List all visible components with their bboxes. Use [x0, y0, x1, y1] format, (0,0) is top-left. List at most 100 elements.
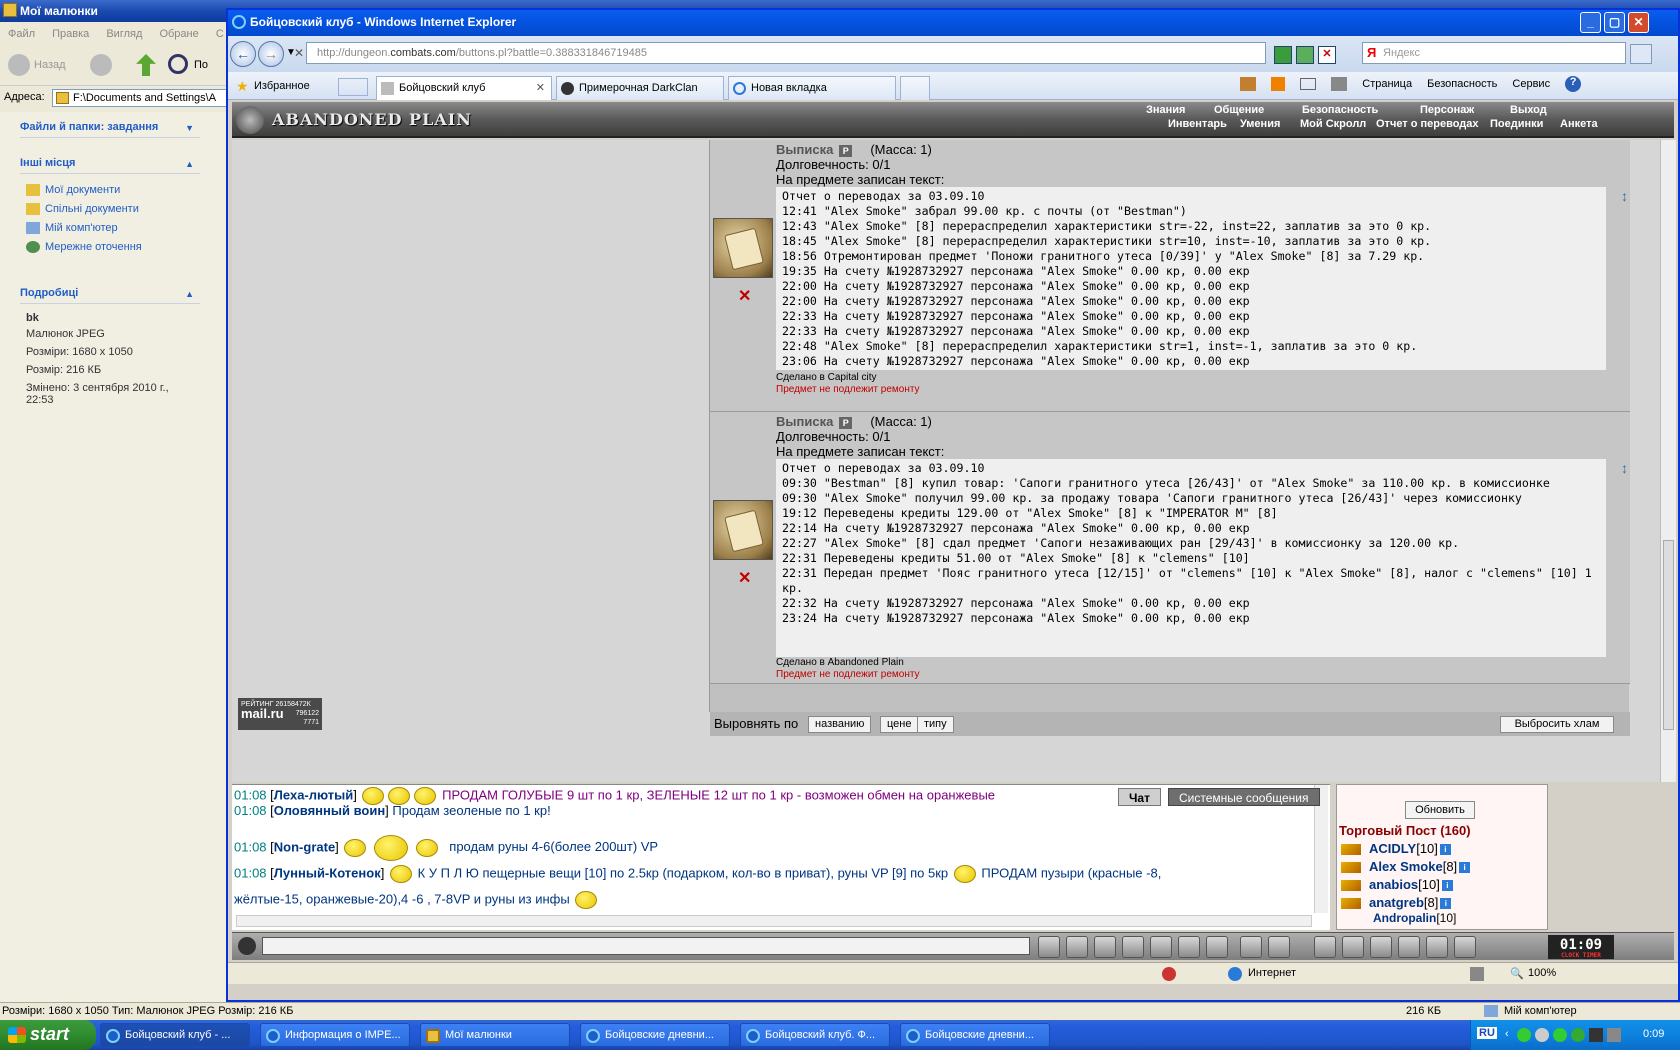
chat-time[interactable]: 01:08 — [234, 839, 267, 854]
item-name[interactable]: Выписка — [776, 414, 833, 429]
search-go-icon[interactable] — [1630, 44, 1652, 64]
menu-knowledge[interactable]: Знания — [1146, 104, 1185, 116]
address-input[interactable]: F:\Documents and Settings\A — [52, 89, 230, 107]
chevron-down-icon[interactable]: ▼ — [185, 123, 194, 133]
p-badge-icon[interactable]: P — [839, 145, 853, 157]
compat-icon[interactable] — [1274, 46, 1292, 64]
tab-new[interactable]: Новая вкладка — [728, 76, 896, 100]
close-tab-icon[interactable]: ✕ — [536, 81, 545, 94]
star-icon[interactable]: ★ — [236, 78, 249, 95]
places-header[interactable]: Інші місця ▲ — [20, 154, 200, 174]
fighter-icon[interactable] — [1150, 936, 1172, 958]
chevron-up-icon[interactable]: ▲ — [185, 159, 194, 169]
sort-by-type-button[interactable]: типу — [917, 716, 954, 733]
info-icon[interactable]: i — [1459, 862, 1471, 874]
search-icon[interactable] — [168, 54, 188, 74]
item-text-box[interactable]: Отчет о переводах за 03.09.10 09:30 "Bes… — [776, 459, 1606, 657]
info-icon[interactable]: i — [1440, 898, 1452, 910]
user-nick[interactable]: Andropalin — [1373, 911, 1436, 925]
menu-communication[interactable]: Общение — [1214, 104, 1264, 116]
menu-exit[interactable]: Выход — [1510, 104, 1547, 116]
back-label[interactable]: Назад — [34, 59, 66, 71]
scroll-item-image[interactable] — [713, 500, 773, 560]
quick-tabs-icon[interactable] — [338, 78, 368, 96]
page-menu[interactable]: Страница — [1362, 78, 1412, 90]
info-icon[interactable]: i — [1441, 880, 1453, 892]
language-indicator[interactable]: RU — [1477, 1027, 1497, 1039]
menu-character[interactable]: Персонаж — [1420, 104, 1474, 116]
tray-icon[interactable] — [1553, 1028, 1567, 1042]
sort-by-name-button[interactable]: названию — [808, 716, 872, 733]
user-nick[interactable]: anatgreb — [1369, 895, 1424, 910]
rating-counter[interactable]: РЕЙТИНГ 26158472К mail.ru 796122 7771 — [238, 698, 322, 730]
protected-mode-icon[interactable] — [1470, 967, 1484, 981]
filter-icon[interactable] — [1094, 936, 1116, 958]
safety-menu[interactable]: Безопасность — [1427, 78, 1497, 90]
tools-menu[interactable]: Сервис — [1512, 78, 1550, 90]
text-scroll-arrows-icon[interactable]: ↕ — [1621, 188, 1628, 204]
taskbar-item[interactable]: Бойцовские дневни... — [900, 1023, 1050, 1047]
delete-icon[interactable]: ✕ — [738, 568, 751, 588]
forward-icon[interactable] — [90, 54, 112, 76]
chat-input[interactable] — [262, 937, 1030, 955]
menu-skills[interactable]: Умения — [1240, 118, 1280, 130]
item-text-box[interactable]: Отчет о переводах за 03.09.10 12:41 "Ale… — [776, 187, 1606, 370]
home-icon[interactable] — [1240, 77, 1256, 91]
place-network[interactable]: Мережне оточення — [26, 241, 142, 254]
chat-nick[interactable]: Лунный-Котенок — [274, 865, 381, 880]
popup-blocked-icon[interactable] — [1162, 967, 1176, 981]
sound-icon[interactable] — [1206, 936, 1228, 958]
online-user[interactable]: Alex Smoke[8] i — [1341, 859, 1471, 874]
taskbar-item[interactable]: Бойцовский клуб. Ф... — [740, 1023, 890, 1047]
help-icon[interactable]: ? — [1565, 76, 1582, 92]
chevron-left-icon[interactable]: ‹ — [1505, 1028, 1509, 1040]
tray-icon[interactable] — [1517, 1028, 1531, 1042]
back-button[interactable]: ← — [230, 41, 256, 67]
chat-hscrollbar[interactable] — [236, 915, 1312, 927]
info-icon[interactable]: i — [1439, 844, 1451, 856]
action-icon[interactable] — [1314, 936, 1336, 958]
taskbar-item[interactable]: Бойцовские дневни... — [580, 1023, 730, 1047]
chat-nick[interactable]: Оловянный воин — [274, 803, 385, 818]
zoom-icon[interactable]: 🔍 — [1510, 967, 1524, 980]
stop-icon[interactable]: ✕ — [1318, 46, 1336, 64]
user-nick[interactable]: anabios — [1369, 877, 1418, 892]
user-nick[interactable]: Alex Smoke — [1369, 859, 1443, 874]
menu-edit[interactable]: Правка — [52, 28, 89, 40]
start-button[interactable]: start — [0, 1020, 96, 1050]
save-icon[interactable] — [1122, 936, 1144, 958]
place-my-documents[interactable]: Мої документи — [26, 184, 120, 197]
exit-icon[interactable] — [1454, 936, 1476, 958]
tab-chat[interactable]: Чат — [1118, 788, 1161, 806]
user-nick[interactable]: ACIDLY — [1369, 841, 1416, 856]
tab-darkclan[interactable]: Примерочная DarkClan — [556, 76, 724, 100]
tab-system-messages[interactable]: Системные сообщения — [1168, 788, 1320, 806]
send-icon[interactable] — [1038, 936, 1060, 958]
tasks-header[interactable]: Файли й папки: завдання ▼ — [20, 118, 200, 138]
chat-time[interactable]: 01:08 — [234, 787, 267, 802]
menu-file[interactable]: Файл — [8, 28, 35, 40]
rss-icon[interactable] — [1271, 77, 1286, 91]
tray-icon[interactable] — [1589, 1028, 1603, 1042]
chat-time[interactable]: 01:08 — [234, 803, 267, 818]
tray-icon[interactable] — [1535, 1028, 1549, 1042]
search-label[interactable]: По — [194, 59, 208, 71]
page-scrollbar[interactable] — [1660, 140, 1676, 782]
eraser-icon[interactable] — [1066, 936, 1088, 958]
chat-nick[interactable]: Non-grate — [274, 839, 335, 854]
search-input[interactable]: Я Яндекс — [1362, 42, 1626, 64]
close-button[interactable]: ✕ — [1628, 12, 1649, 33]
stop-icon[interactable]: ✕ — [294, 46, 304, 60]
online-user[interactable]: ACIDLY[10] i — [1341, 841, 1451, 856]
favorites-button[interactable]: Избранное — [254, 80, 310, 92]
menu-inventory[interactable]: Инвентарь — [1168, 118, 1227, 130]
action-icon[interactable] — [1398, 936, 1420, 958]
menu-security[interactable]: Безопасность — [1302, 104, 1378, 116]
place-shared-documents[interactable]: Спільні документи — [26, 203, 139, 216]
smiley-menu-icon[interactable] — [1240, 936, 1262, 958]
drop-junk-button[interactable]: Выбросить хлам — [1500, 716, 1614, 733]
taskbar-item[interactable]: Мої малюнки — [420, 1023, 570, 1047]
forward-button[interactable]: → — [258, 41, 284, 67]
menu-battles[interactable]: Поединки — [1490, 118, 1543, 130]
refresh-icon[interactable] — [1296, 46, 1314, 64]
